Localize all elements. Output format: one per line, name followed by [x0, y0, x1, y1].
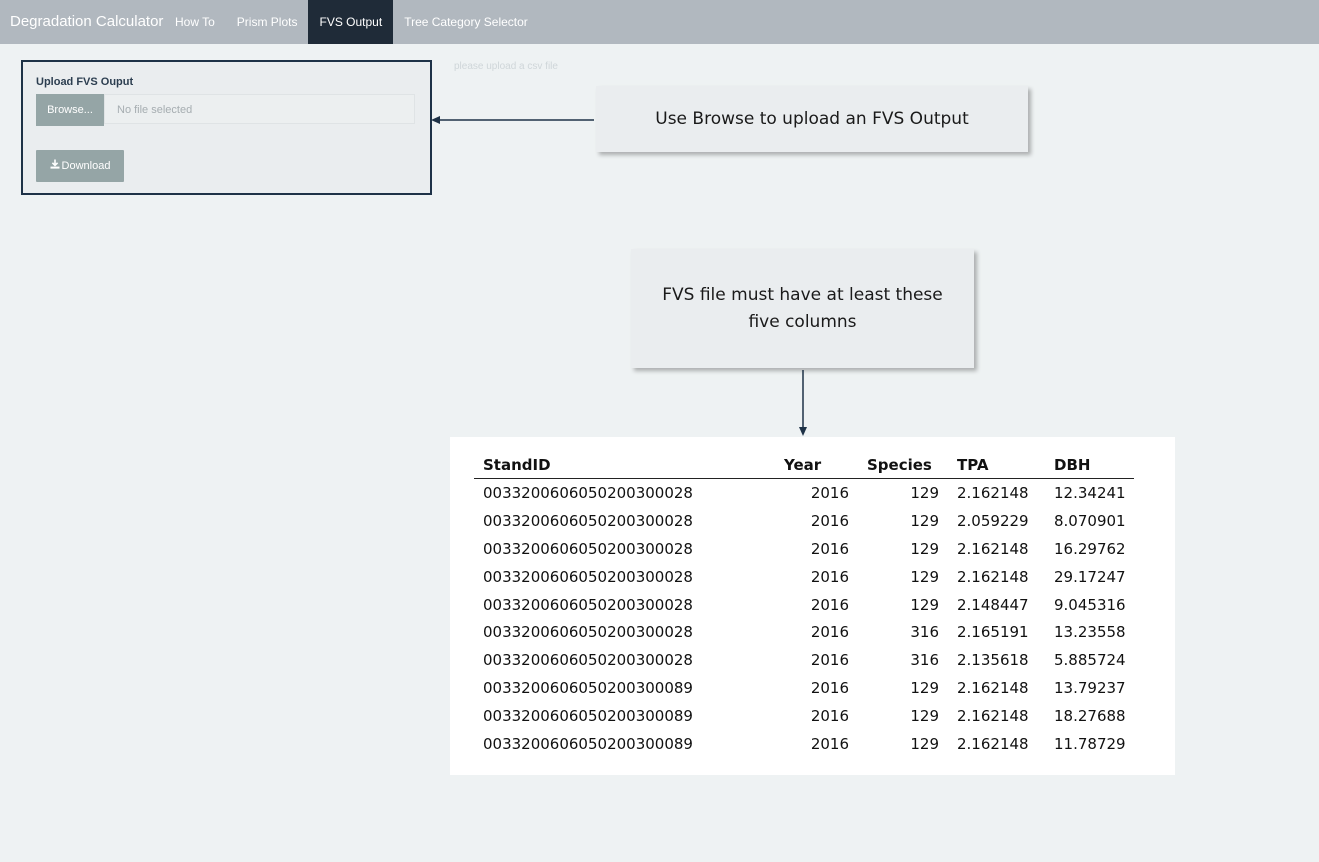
- table-cell: 2.135618: [957, 651, 1029, 670]
- column-header: StandID: [474, 451, 775, 479]
- column-header: Species: [858, 451, 948, 479]
- table-cell: 129: [910, 595, 939, 614]
- table-cell: 0033200606050200300089: [483, 679, 693, 698]
- table-cell: 16.29762: [1054, 539, 1126, 558]
- table-row: 0033200606050200300089 2016 129 2.162148…: [474, 730, 1134, 758]
- table-cell: 2016: [810, 623, 849, 642]
- table-cell: 129: [910, 707, 939, 726]
- table-row: 0033200606050200300028 2016 129 2.162148…: [474, 563, 1134, 591]
- table-cell: 8.070901: [1054, 511, 1126, 530]
- upload-hint: please upload a csv file: [454, 61, 558, 72]
- table-cell: 0033200606050200300089: [483, 707, 693, 726]
- table-cell: 29.17247: [1054, 567, 1126, 586]
- table-cell: 0033200606050200300028: [483, 567, 693, 586]
- table-cell: 18.27688: [1054, 707, 1126, 726]
- table-cell: 129: [910, 539, 939, 558]
- tab-fvs-output[interactable]: FVS Output: [308, 0, 394, 44]
- table-cell: 129: [910, 567, 939, 586]
- table-row: 0033200606050200300028 2016 129 2.148447…: [474, 591, 1134, 619]
- table-cell: 2016: [810, 651, 849, 670]
- table-row: 0033200606050200300028 2016 129 2.162148…: [474, 535, 1134, 563]
- table-row: 0033200606050200300028 2016 316 2.135618…: [474, 646, 1134, 674]
- table-cell: 2016: [810, 483, 849, 502]
- table-row: 0033200606050200300089 2016 129 2.162148…: [474, 674, 1134, 702]
- table-cell: 12.34241: [1054, 483, 1126, 502]
- navbar: Degradation Calculator How To Prism Plot…: [0, 0, 1319, 44]
- table-cell: 2.162148: [957, 707, 1029, 726]
- fvs-columns-table: StandID Year Species TPA DBH 00332006060…: [474, 451, 1134, 758]
- table-cell: 2016: [810, 707, 849, 726]
- table-cell: 2.162148: [957, 539, 1029, 558]
- table-row: 0033200606050200300089 2016 129 2.162148…: [474, 702, 1134, 730]
- column-header: DBH: [1045, 451, 1134, 479]
- table-cell: 13.79237: [1054, 679, 1126, 698]
- arrow-to-table-head: [799, 427, 807, 436]
- table-cell: 11.78729: [1054, 734, 1126, 753]
- table-cell: 2016: [810, 511, 849, 530]
- tab-tree-category-selector[interactable]: Tree Category Selector: [393, 0, 539, 44]
- table-cell: 2016: [810, 539, 849, 558]
- table-cell: 9.045316: [1054, 595, 1126, 614]
- table-row: 0033200606050200300028 2016 129 2.162148…: [474, 479, 1134, 507]
- table-cell: 13.23558: [1054, 623, 1126, 642]
- app-brand[interactable]: Degradation Calculator: [10, 0, 163, 44]
- table-cell: 2.148447: [957, 595, 1029, 614]
- table-cell: 2.165191: [957, 623, 1029, 642]
- table-cell: 0033200606050200300028: [483, 539, 693, 558]
- table-cell: 0033200606050200300028: [483, 623, 693, 642]
- table-cell: 316: [910, 623, 939, 642]
- table-cell: 2016: [810, 679, 849, 698]
- example-columns-table: StandID Year Species TPA DBH 00332006060…: [450, 437, 1175, 775]
- table-cell: 2016: [810, 734, 849, 753]
- table-cell: 129: [910, 483, 939, 502]
- table-cell: 2.059229: [957, 511, 1029, 530]
- table-cell: 2016: [810, 567, 849, 586]
- table-header-row: StandID Year Species TPA DBH: [474, 451, 1134, 479]
- upload-label: Upload FVS Ouput: [36, 76, 134, 88]
- table-row: 0033200606050200300028 2016 316 2.165191…: [474, 618, 1134, 646]
- table-cell: 129: [910, 679, 939, 698]
- table-cell: 129: [910, 511, 939, 530]
- table-cell: 2.162148: [957, 734, 1029, 753]
- table-cell: 0033200606050200300089: [483, 734, 693, 753]
- table-cell: 2.162148: [957, 483, 1029, 502]
- callout-browse: Use Browse to upload an FVS Output: [596, 86, 1028, 152]
- table-cell: 2016: [810, 595, 849, 614]
- column-header: Year: [775, 451, 858, 479]
- table-cell: 5.885724: [1054, 651, 1126, 670]
- table-cell: 316: [910, 651, 939, 670]
- nav-tabs: How To Prism Plots FVS Output Tree Categ…: [164, 0, 539, 44]
- table-cell: 129: [910, 734, 939, 753]
- column-header: TPA: [948, 451, 1045, 479]
- download-label: Download: [61, 160, 111, 172]
- table-cell: 2.162148: [957, 567, 1029, 586]
- upload-panel: Upload FVS Ouput Browse... No file selec…: [21, 60, 432, 195]
- table-row: 0033200606050200300028 2016 129 2.059229…: [474, 507, 1134, 535]
- tab-how-to[interactable]: How To: [164, 0, 226, 44]
- download-icon: [50, 151, 60, 183]
- table-cell: 2.162148: [957, 679, 1029, 698]
- callout-columns: FVS file must have at least these five c…: [631, 249, 974, 368]
- table-cell: 0033200606050200300028: [483, 483, 693, 502]
- table-cell: 0033200606050200300028: [483, 651, 693, 670]
- browse-button[interactable]: Browse...: [36, 94, 104, 126]
- download-button[interactable]: Download: [36, 150, 124, 182]
- arrow-to-upload-head: [431, 116, 440, 124]
- tab-prism-plots[interactable]: Prism Plots: [226, 0, 309, 44]
- file-name-field[interactable]: No file selected: [104, 94, 415, 124]
- table-cell: 0033200606050200300028: [483, 511, 693, 530]
- table-cell: 0033200606050200300028: [483, 595, 693, 614]
